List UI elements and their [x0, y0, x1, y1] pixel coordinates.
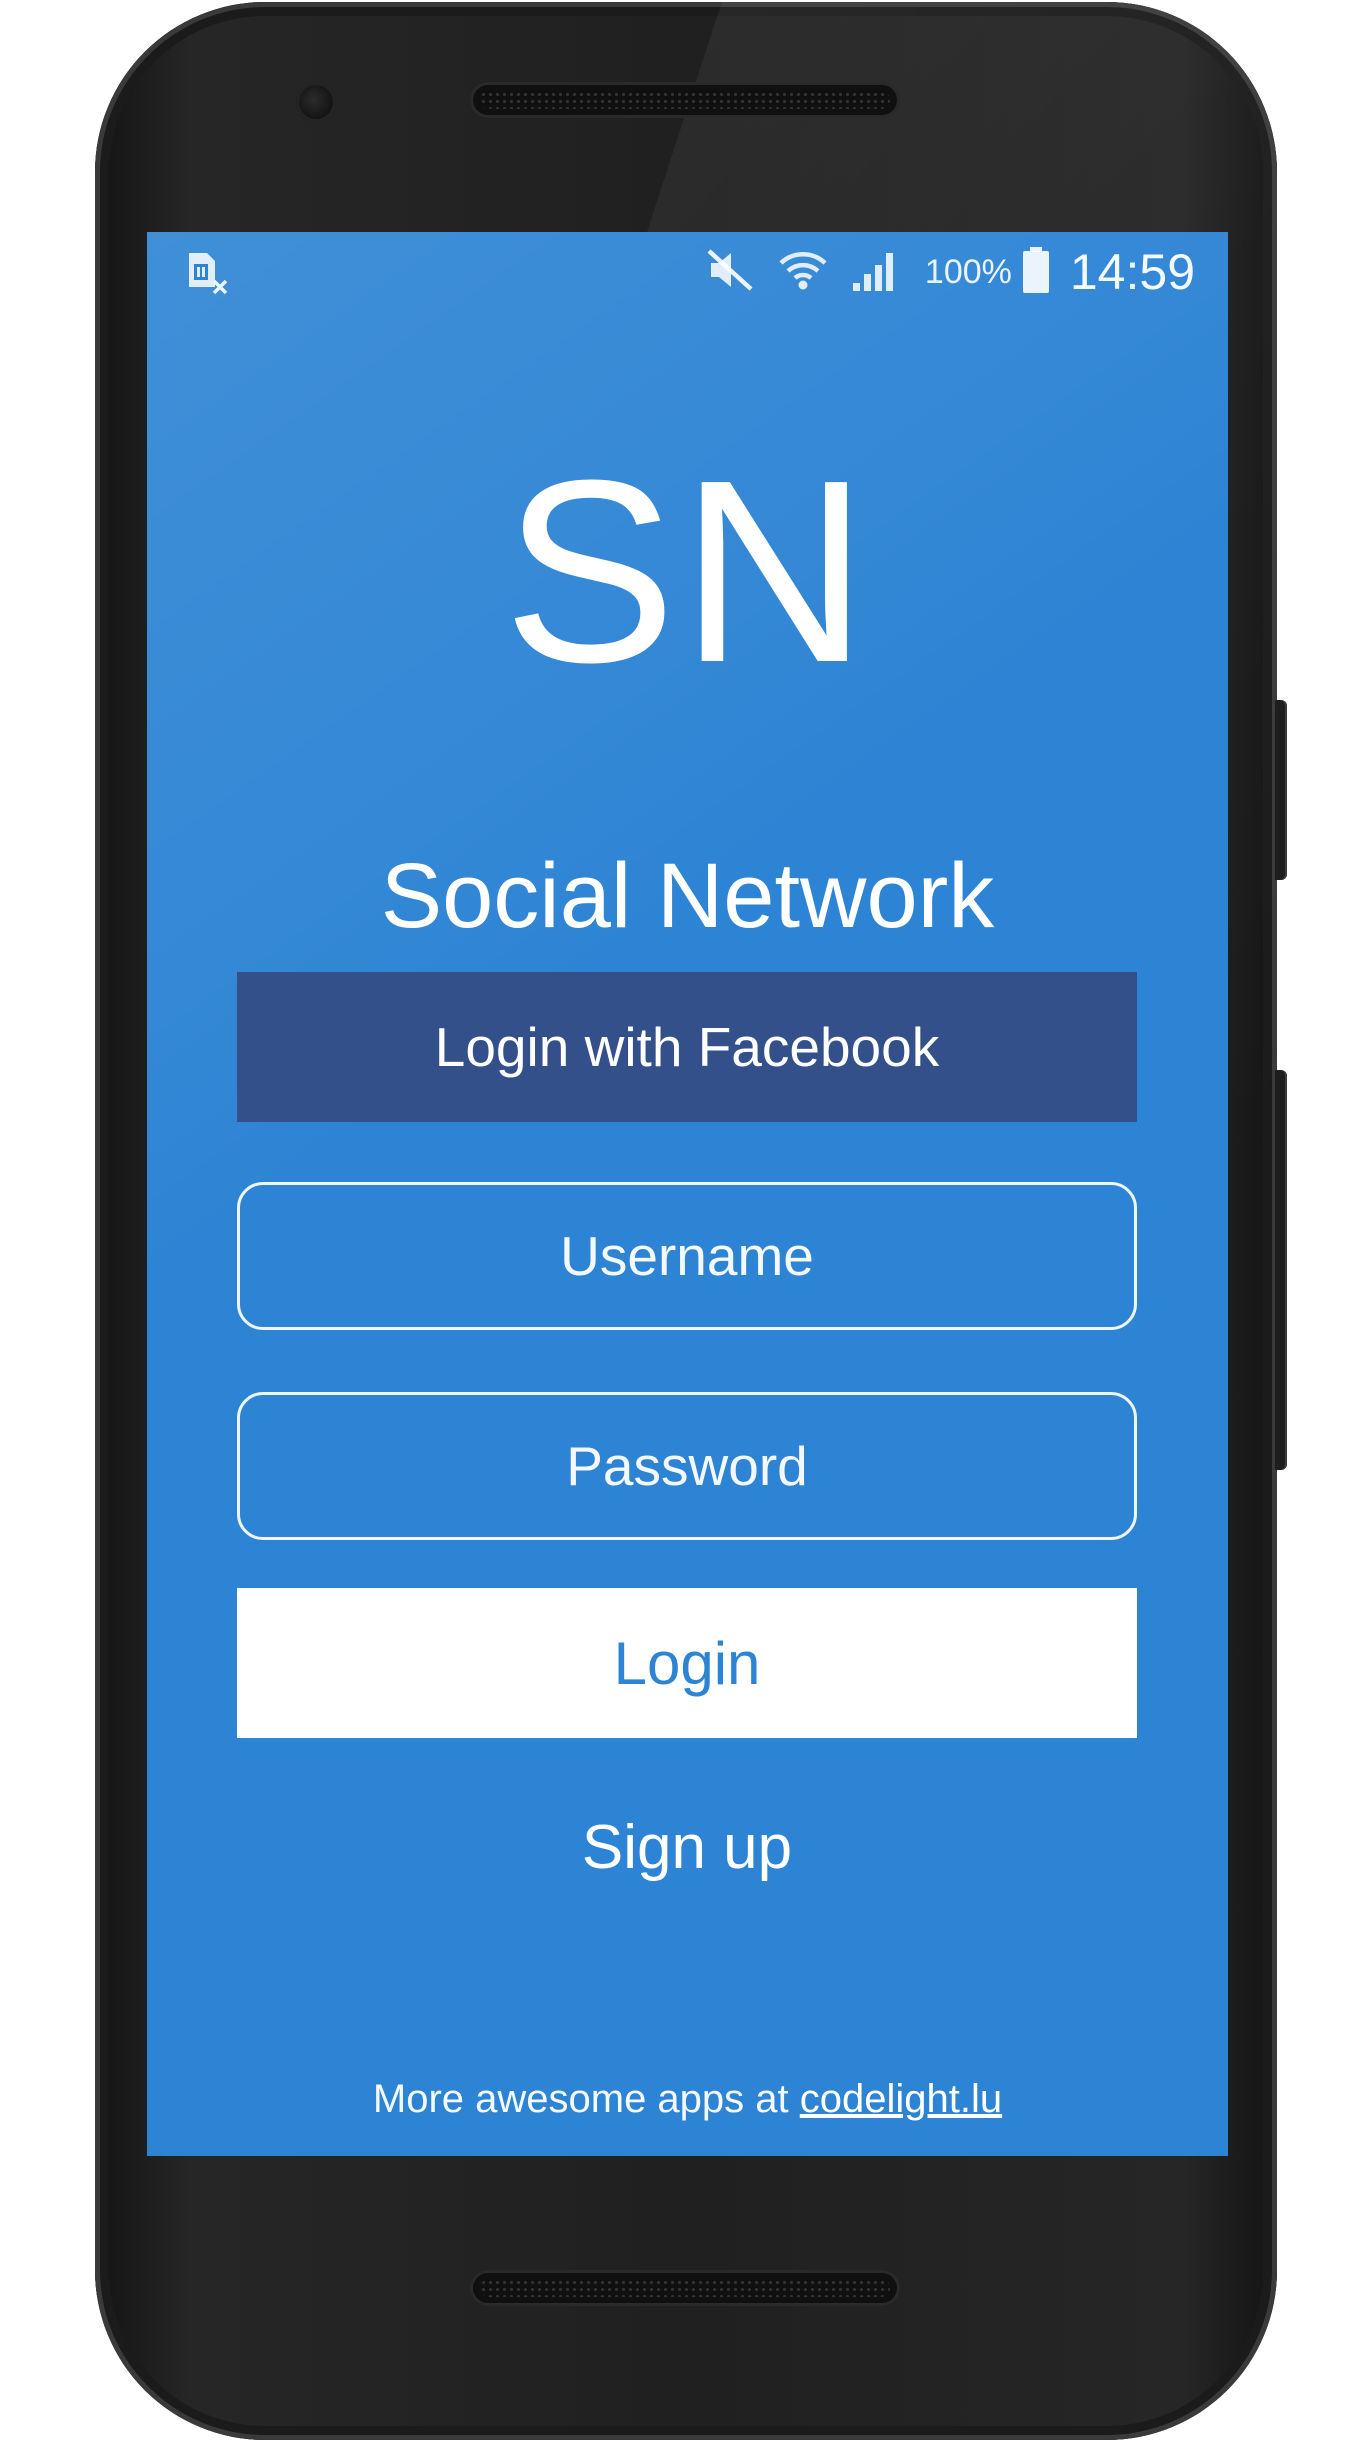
battery-icon: [1022, 246, 1050, 298]
app-title: Social Network: [380, 845, 995, 947]
footer: More awesome apps at codelight.lu: [147, 2077, 1228, 2122]
app-logo: SN: [502, 427, 873, 717]
sign-up-link[interactable]: Sign up: [487, 1802, 887, 1892]
volume-button: [1275, 1070, 1287, 1470]
password-input[interactable]: [237, 1392, 1137, 1540]
login-button[interactable]: Login: [237, 1588, 1137, 1738]
bottom-speaker: [470, 2270, 900, 2306]
status-icons: 100% 14:59: [683, 232, 1195, 312]
status-bar: 100% 14:59: [147, 232, 1228, 312]
sim-missing-icon: [185, 250, 229, 296]
status-time: 14:59: [1069, 244, 1195, 300]
battery-percent: 100%: [924, 252, 1012, 291]
power-button: [1275, 700, 1287, 880]
login-with-facebook-button[interactable]: Login with Facebook: [237, 972, 1137, 1122]
wifi-icon: [777, 245, 829, 299]
front-camera: [296, 82, 336, 122]
codelight-link[interactable]: codelight.lu: [800, 2077, 1002, 2121]
top-speaker: [470, 82, 900, 118]
signal-icon: [851, 247, 901, 297]
footer-text: More awesome apps at: [372, 2077, 800, 2121]
username-input[interactable]: [237, 1182, 1137, 1330]
mute-icon: [705, 247, 755, 297]
app-screen: 100% 14:59 SN Social Network Login with …: [147, 232, 1228, 2156]
